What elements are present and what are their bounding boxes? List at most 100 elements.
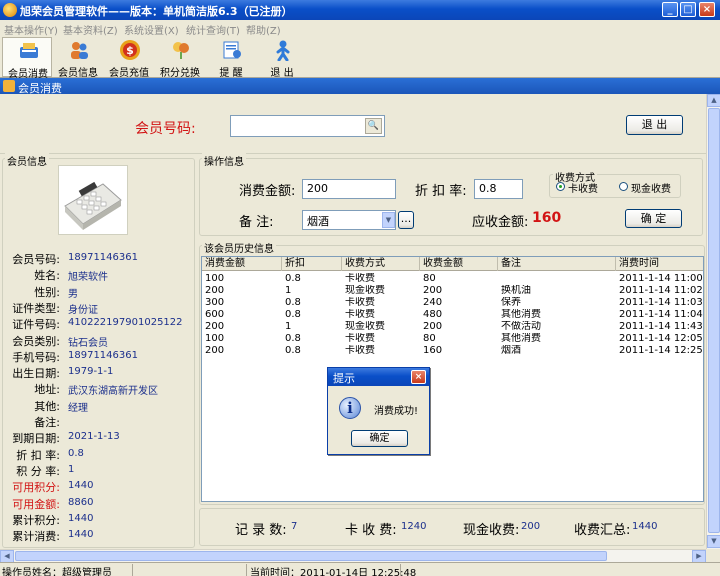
toolbar-label: 提 醒 (219, 68, 243, 79)
browse-button[interactable]: ... (398, 211, 414, 229)
dialog-titlebar[interactable]: 提示 × (328, 368, 429, 386)
table-cell: 1 (285, 285, 292, 296)
cash-total-value: 200 (521, 521, 541, 532)
member-number-input[interactable] (230, 115, 385, 137)
table-cell: 烟酒 (501, 345, 521, 356)
menu-system-settings[interactable]: 系统设置(X) (124, 22, 179, 37)
member-field-label: 证件类型: (12, 302, 60, 315)
col-header[interactable]: 收费金额 (420, 257, 498, 271)
menu-basic-ops[interactable]: 基本操作(Y) (4, 22, 58, 37)
toolbar-member-consume-button[interactable]: 会员消费 (2, 37, 52, 80)
recharge-icon: $ (120, 40, 140, 60)
menu-bar: 基本操作(Y) 基本资料(Z) 系统设置(X) 统计查询(T) 帮助(Z) (0, 20, 720, 37)
table-cell: 600 (205, 309, 225, 320)
pay-card-radio[interactable] (556, 182, 565, 191)
history-table-header: 消费金额 折扣 收费方式 收费金额 备注 消费时间 (202, 257, 703, 271)
member-field-value: 2021-1-13 (68, 431, 120, 442)
member-field-value: 男 (68, 289, 78, 300)
table-cell: 现金收费 (345, 321, 385, 332)
time-status: 当前时间：2011-01-14日 12:25:48 (250, 568, 417, 576)
menu-statistics[interactable]: 统计查询(T) (186, 22, 240, 37)
info-dialog[interactable]: 提示 × i 消费成功! 确定 (327, 367, 430, 455)
confirm-button[interactable]: 确 定 (625, 209, 682, 228)
col-header[interactable]: 收费方式 (342, 257, 420, 271)
toolbar-reminder-button[interactable]: 提 醒 (206, 37, 256, 79)
pay-cash-radio[interactable] (619, 182, 628, 191)
vertical-scroll-thumb[interactable] (708, 108, 720, 533)
table-cell: 200 (423, 321, 443, 332)
amount-input[interactable]: 200 (302, 179, 396, 199)
window-titlebar[interactable]: 旭荣会员管理软件——版本：单机简洁版6.3（已注册） _ □ × (0, 0, 720, 20)
discount-input[interactable]: 0.8 (474, 179, 523, 199)
exit-button[interactable]: 退 出 (626, 115, 683, 135)
table-cell: 卡收费 (345, 309, 375, 320)
member-field-label: 备注: (34, 416, 60, 429)
toolbar-label: 会员信息 (58, 68, 98, 79)
minimize-button[interactable]: _ (662, 2, 678, 17)
col-header[interactable]: 折扣 (282, 257, 342, 271)
card-total-label: 卡 收 费: (345, 523, 397, 538)
member-field-label: 会员类别: (12, 335, 60, 348)
member-field-value: 1979-1-1 (68, 366, 114, 377)
toolbar-member-info-button[interactable]: 会员信息 (53, 37, 103, 79)
member-field-label: 折 扣 率: (16, 449, 60, 462)
col-header[interactable]: 消费金额 (202, 257, 282, 271)
col-header[interactable]: 消费时间 (616, 257, 703, 271)
table-row[interactable]: 100 0.8 卡收费 80 其他消费 2011-1-14 12:05:05 (202, 333, 703, 345)
member-field-label: 积 分 率: (16, 465, 60, 478)
scroll-down-icon[interactable]: ▼ (707, 535, 720, 548)
table-cell: 0.8 (285, 333, 301, 344)
points-exchange-icon (173, 42, 189, 59)
member-field-label: 证件号码: (12, 318, 60, 331)
table-row[interactable]: 200 1 现金收费 200 换机油 2011-1-14 11:02:44 (202, 285, 703, 297)
table-row[interactable]: 100 0.8 卡收费 80 2011-1-14 11:00:42 (202, 273, 703, 285)
table-cell: 2011-1-14 12:25:16 (619, 345, 703, 356)
table-cell: 200 (423, 285, 443, 296)
menu-basic-data[interactable]: 基本资料(Z) (63, 22, 118, 37)
toolbar-exit-button[interactable]: 退 出 (257, 37, 307, 79)
table-cell: 200 (205, 285, 225, 296)
table-row[interactable]: 200 0.8 卡收费 160 烟酒 2011-1-14 12:25:16 (202, 345, 703, 357)
table-row[interactable]: 200 1 现金收费 200 不做活动 2011-1-14 11:43:28 (202, 321, 703, 333)
table-cell: 0.8 (285, 345, 301, 356)
discount-label: 折 扣 率: (415, 184, 467, 199)
table-cell: 200 (205, 345, 225, 356)
member-number-label: 会员号码: (135, 121, 196, 137)
table-cell: 80 (423, 333, 436, 344)
member-field-label: 会员号码: (12, 253, 60, 266)
dialog-ok-button[interactable]: 确定 (351, 430, 408, 447)
record-count-value: 7 (291, 521, 298, 532)
horizontal-scroll-thumb[interactable] (15, 551, 607, 561)
horizontal-scrollbar[interactable]: ◀ ▶ (0, 549, 706, 563)
close-button[interactable]: × (699, 2, 715, 17)
menu-help[interactable]: 帮助(Z) (246, 22, 281, 37)
member-consume-icon (20, 43, 38, 58)
grand-total-value: 1440 (632, 521, 658, 532)
status-divider (400, 564, 401, 576)
col-header[interactable]: 备注 (498, 257, 616, 271)
member-field-value: 410222197901025122 (68, 317, 183, 328)
member-field-value: 钻石会员 (68, 338, 108, 349)
table-cell: 现金收费 (345, 285, 385, 296)
maximize-button[interactable]: □ (680, 2, 696, 17)
table-cell: 不做活动 (501, 321, 541, 332)
panel-title-bar: 会员消费 (0, 78, 720, 95)
member-field-label: 手机号码: (12, 351, 60, 364)
table-cell: 卡收费 (345, 297, 375, 308)
dialog-close-icon[interactable]: × (411, 370, 426, 384)
toolbar-recharge-button[interactable]: $ 会员充值 (104, 37, 154, 79)
vertical-scrollbar[interactable]: ▲ ▼ (706, 94, 720, 549)
table-cell: 0.8 (285, 309, 301, 320)
table-row[interactable]: 600 0.8 卡收费 480 其他消费 2011-1-14 11:04:21 (202, 309, 703, 321)
chevron-down-icon[interactable]: ▼ (382, 212, 395, 228)
search-icon[interactable]: 🔍 (365, 118, 382, 134)
member-field-value: 旭荣软件 (68, 272, 108, 283)
toolbar-points-exchange-button[interactable]: 积分兑换 (155, 37, 205, 79)
scroll-up-icon[interactable]: ▲ (707, 94, 720, 107)
member-field-value: 0.8 (68, 448, 84, 459)
table-cell: 2011-1-14 12:05:05 (619, 333, 703, 344)
history-table[interactable]: 消费金额 折扣 收费方式 收费金额 备注 消费时间 100 0.8 卡收费 80 201… (201, 256, 704, 502)
table-cell: 160 (423, 345, 443, 356)
table-row[interactable]: 300 0.8 卡收费 240 保养 2011-1-14 11:03:14 (202, 297, 703, 309)
table-cell: 300 (205, 297, 225, 308)
